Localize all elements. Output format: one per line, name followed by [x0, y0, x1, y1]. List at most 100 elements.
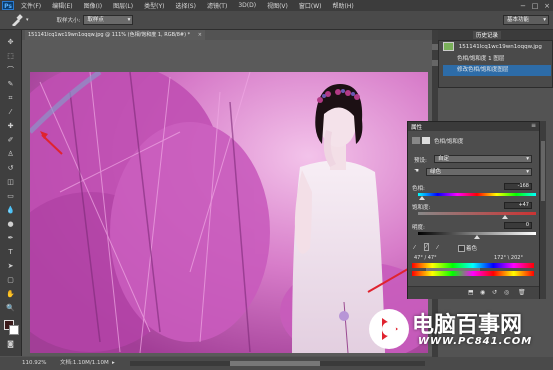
- history-brush-tool-icon[interactable]: ↺: [4, 162, 17, 174]
- path-select-tool-icon[interactable]: ➤: [4, 260, 17, 272]
- delete-icon[interactable]: 🗑: [518, 289, 526, 296]
- eyedropper-icon[interactable]: ⁄: [414, 245, 415, 251]
- clip-to-layer-icon[interactable]: ⬒: [468, 289, 474, 296]
- menu-edit[interactable]: 编辑(E): [48, 1, 79, 10]
- move-tool-icon[interactable]: ✥: [4, 36, 17, 48]
- tab-properties[interactable]: 属性: [411, 123, 422, 131]
- chevron-down-icon[interactable]: ▾: [26, 17, 29, 23]
- history-snapshot[interactable]: 151141lcq1wc19wn1oqqw.jpg: [443, 42, 551, 53]
- eyedropper-icon[interactable]: [10, 14, 24, 26]
- status-arrow-icon[interactable]: ▸: [112, 357, 115, 370]
- lightness-slider-thumb[interactable]: [474, 235, 480, 239]
- history-panel: 151141lcq1wc19wn1oqqw.jpg 色相/饱和度 1 图层 修改…: [438, 40, 553, 88]
- menu-window[interactable]: 窗口(W): [295, 1, 329, 10]
- tab-history[interactable]: 历史记录: [473, 31, 502, 39]
- menu-image[interactable]: 图像(I): [80, 1, 109, 10]
- history-item-label: 色相/饱和度 1 图层: [457, 56, 505, 62]
- watermark-url: WWW.PC841.COM: [418, 336, 533, 347]
- crop-tool-icon[interactable]: ⌗: [4, 92, 17, 104]
- properties-scrollbar[interactable]: [540, 121, 546, 299]
- minimize-button[interactable]: −: [517, 2, 529, 10]
- colorize-label: 着色: [466, 246, 478, 252]
- history-item[interactable]: 色相/饱和度 1 图层: [443, 54, 551, 65]
- saturation-slider-thumb[interactable]: [501, 215, 508, 219]
- eyedropper-minus-icon[interactable]: ⁄: [437, 245, 438, 251]
- shape-tool-icon[interactable]: ▢: [4, 274, 17, 286]
- blur-tool-icon[interactable]: 💧: [4, 204, 17, 216]
- marquee-tool-icon[interactable]: ⬚: [4, 50, 17, 62]
- menu-3d[interactable]: 3D(D): [234, 2, 263, 9]
- history-item-selected[interactable]: 修改色相/饱和度图层: [443, 65, 551, 76]
- chevron-down-icon: ▾: [526, 169, 529, 175]
- doc-info[interactable]: 文档:1.10M/1.10M: [60, 357, 109, 370]
- sample-size-dropdown[interactable]: 取样点 ▾: [83, 15, 134, 25]
- brush-tool-icon[interactable]: ✐: [4, 134, 17, 146]
- sample-size-label: 取样大小:: [56, 18, 81, 24]
- background-color-swatch[interactable]: [9, 325, 19, 335]
- zoom-tool-icon[interactable]: 🔍: [4, 302, 17, 314]
- tools-panel: ✥ ⬚ ⌒ ✎ ⌗ ⁄ ✚ ✐ ♙ ↺ ◫ ▭ 💧 ● ✒ T ➤ ▢ ✋ 🔍 …: [0, 30, 22, 356]
- saturation-slider-track[interactable]: [418, 212, 536, 215]
- healing-brush-tool-icon[interactable]: ✚: [4, 120, 17, 132]
- menu-layer[interactable]: 图层(L): [109, 1, 140, 10]
- hue-slider-thumb[interactable]: [418, 196, 425, 200]
- menu-type[interactable]: 类型(Y): [140, 1, 171, 10]
- horizontal-scrollbar[interactable]: [130, 361, 425, 366]
- panel-menu-icon[interactable]: ≡: [531, 122, 536, 129]
- preset-dropdown[interactable]: 自定 ▾: [434, 155, 532, 163]
- app-logo: Ps: [2, 1, 14, 10]
- menu-view[interactable]: 视图(V): [263, 1, 295, 10]
- color-range-bar-bottom: [412, 271, 534, 276]
- hand-adjust-icon[interactable]: ☚: [414, 168, 419, 174]
- colorize-checkbox[interactable]: [458, 245, 465, 252]
- quick-select-tool-icon[interactable]: ✎: [4, 78, 17, 90]
- channel-value: 绿色: [430, 169, 442, 175]
- mask-icon: [422, 137, 430, 144]
- snapshot-label: 151141lcq1wc19wn1oqqw.jpg: [458, 44, 542, 50]
- status-bar: 110.92% 文档:1.10M/1.10M ▸: [0, 357, 553, 370]
- lightness-input[interactable]: 0: [504, 222, 532, 229]
- type-tool-icon[interactable]: T: [4, 246, 17, 258]
- hue-slider-track[interactable]: [418, 193, 536, 196]
- chevron-down-icon: ▾: [127, 17, 131, 23]
- hue-label: 色相:: [412, 186, 425, 192]
- hand-tool-icon[interactable]: ✋: [4, 288, 17, 300]
- close-icon[interactable]: ×: [198, 30, 202, 40]
- document-title: 151141lcq1wc19wn1oqqw.jpg @ 111% (色相/饱和度…: [28, 32, 191, 38]
- lasso-tool-icon[interactable]: ⌒: [4, 64, 17, 76]
- options-bar: ▾ 取样大小: 取样点 ▾ 基本功能 ▾: [0, 11, 553, 30]
- reset-icon[interactable]: ↺: [492, 289, 497, 296]
- eyedropper-plus-icon[interactable]: ⁄: [424, 243, 429, 251]
- menu-filter[interactable]: 滤镜(T): [203, 1, 234, 10]
- scrollbar-thumb[interactable]: [230, 361, 320, 366]
- clone-stamp-tool-icon[interactable]: ♙: [4, 148, 17, 160]
- properties-panel: 属性 ≡ 色相/饱和度 预设: 自定 ▾ ☚ 绿色 ▾ 色相: -168 饱和度…: [407, 121, 540, 299]
- preset-value: 自定: [438, 156, 450, 162]
- scrollbar-thumb[interactable]: [541, 141, 545, 201]
- chevron-down-icon: ▾: [526, 156, 529, 162]
- menu-file[interactable]: 文件(F): [17, 1, 48, 10]
- saturation-input[interactable]: +47: [504, 202, 532, 209]
- workspace-dropdown[interactable]: 基本功能 ▾: [503, 15, 549, 25]
- chevron-down-icon: ▾: [543, 17, 546, 23]
- image-thumbnail-icon: [443, 42, 454, 51]
- menu-select[interactable]: 选择(S): [171, 1, 203, 10]
- gradient-tool-icon[interactable]: ▭: [4, 190, 17, 202]
- maximize-button[interactable]: □: [529, 2, 541, 10]
- quick-mask-icon[interactable]: ◙: [4, 338, 17, 350]
- zoom-level[interactable]: 110.92%: [22, 357, 46, 370]
- workspace-value: 基本功能: [507, 17, 530, 23]
- visibility-icon[interactable]: ◎: [504, 289, 509, 296]
- lightness-label: 明度:: [412, 225, 425, 231]
- close-button[interactable]: ×: [541, 2, 553, 10]
- eraser-tool-icon[interactable]: ◫: [4, 176, 17, 188]
- channel-dropdown[interactable]: 绿色 ▾: [426, 168, 532, 176]
- hue-input[interactable]: -168: [504, 183, 532, 190]
- pen-tool-icon[interactable]: ✒: [4, 232, 17, 244]
- dodge-tool-icon[interactable]: ●: [4, 218, 17, 230]
- eyedropper-tool-icon[interactable]: ⁄: [4, 106, 17, 118]
- menu-help[interactable]: 帮助(H): [329, 1, 361, 10]
- view-previous-icon[interactable]: ◉: [480, 289, 485, 296]
- document-tab[interactable]: 151141lcq1wc19wn1oqqw.jpg @ 111% (色相/饱和度…: [25, 30, 205, 40]
- watermark-logo-icon: [369, 309, 409, 349]
